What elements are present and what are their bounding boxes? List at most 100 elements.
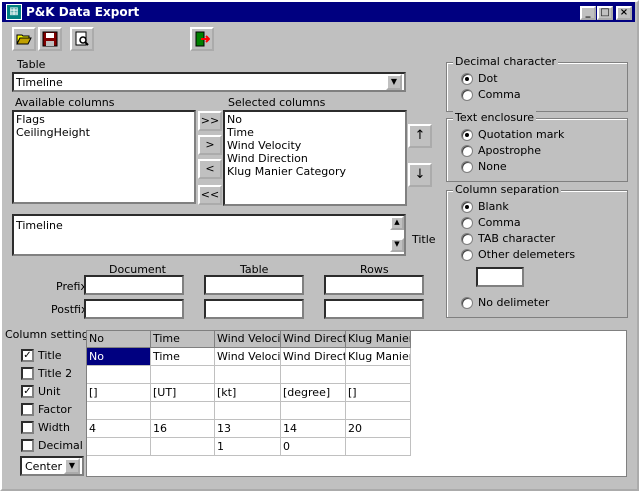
add-button[interactable]: >	[198, 135, 222, 155]
grid-header-cell[interactable]: Wind Velocity	[215, 331, 281, 348]
add-all-button[interactable]: >>	[198, 111, 222, 131]
grid-cell[interactable]	[215, 366, 281, 384]
title-bar[interactable]: ▦ P&K Data Export _ □ ×	[2, 2, 635, 22]
grid-cell[interactable]: Wind Direction	[281, 348, 346, 366]
grid-cell[interactable]	[281, 402, 346, 420]
radio-quotation-label: Quotation mark	[478, 128, 565, 141]
selected-columns-list[interactable]: No Time Wind Velocity Wind Direction Klu…	[223, 110, 407, 206]
document-postfix-input[interactable]	[84, 299, 184, 319]
radio-sep-comma[interactable]	[461, 217, 473, 229]
grid-cell[interactable]: 13	[215, 420, 281, 438]
remove-button[interactable]: <	[198, 159, 222, 179]
exit-button[interactable]	[190, 27, 214, 51]
radio-comma[interactable]	[461, 89, 473, 101]
grid-cell[interactable]: [degree]	[281, 384, 346, 402]
enclosure-group-title: Text enclosure	[453, 111, 537, 124]
grid-cell[interactable]	[151, 402, 215, 420]
checkbox-factor[interactable]	[21, 403, 34, 416]
grid-cell[interactable]	[346, 402, 411, 420]
grid-cell[interactable]	[151, 366, 215, 384]
radio-other-label: Other delemeters	[478, 248, 576, 261]
scroll-down-arrow[interactable]: ▼	[390, 238, 404, 252]
grid-cell[interactable]: [kt]	[215, 384, 281, 402]
grid-cell[interactable]: Wind Velocity	[215, 348, 281, 366]
grid-header-cell[interactable]: Wind Direction	[281, 331, 346, 348]
grid-cell[interactable]: []	[346, 384, 411, 402]
checkbox-decimal-label: Decimal	[38, 439, 83, 452]
title-textarea[interactable]: Timeline ▲ ▼	[12, 214, 406, 256]
table-postfix-input[interactable]	[204, 299, 304, 319]
radio-blank[interactable]	[461, 201, 473, 213]
grid-cell[interactable]	[281, 366, 346, 384]
checkbox-unit[interactable]: ✓	[21, 385, 34, 398]
list-item[interactable]: Wind Direction	[227, 152, 308, 165]
list-item[interactable]: No	[227, 113, 242, 126]
table-select[interactable]: Timeline ▼	[12, 72, 406, 92]
list-item[interactable]: Klug Manier Category	[227, 165, 346, 178]
grid-cell[interactable]	[215, 402, 281, 420]
radio-no-delimiter[interactable]	[461, 297, 473, 309]
list-item[interactable]: Flags	[16, 113, 45, 126]
prefix-label: Prefix	[56, 280, 87, 293]
radio-dot[interactable]	[461, 73, 473, 85]
minimize-button[interactable]: _	[580, 6, 596, 20]
remove-all-button[interactable]: <<	[198, 185, 222, 205]
scroll-up-arrow[interactable]: ▲	[390, 216, 404, 230]
chevron-down-icon[interactable]: ▼	[64, 458, 80, 474]
checkbox-width[interactable]	[21, 421, 34, 434]
grid-header-cell[interactable]: Time	[151, 331, 215, 348]
grid-header-cell[interactable]: Klug Manier Category	[346, 331, 411, 348]
grid-cell[interactable]: []	[87, 384, 151, 402]
checkbox-title[interactable]: ✓	[21, 349, 34, 362]
move-up-button[interactable]: ↑	[408, 124, 432, 148]
close-button[interactable]: ×	[616, 6, 632, 20]
checkbox-decimal[interactable]	[21, 439, 34, 452]
radio-other[interactable]	[461, 249, 473, 261]
open-button[interactable]	[12, 27, 36, 51]
grid-header-cell[interactable]: No	[87, 331, 151, 348]
available-columns-list[interactable]: Flags CeilingHeight	[12, 110, 196, 204]
alignment-select[interactable]: Center ▼	[20, 456, 84, 476]
move-down-button[interactable]: ↓	[408, 163, 432, 187]
grid-cell[interactable]	[87, 438, 151, 456]
grid-cell[interactable]	[151, 438, 215, 456]
preview-button[interactable]	[70, 27, 94, 51]
grid-cell[interactable]	[87, 402, 151, 420]
separation-group-title: Column separation	[453, 183, 562, 196]
grid-cell[interactable]: 0	[281, 438, 346, 456]
grid-cell[interactable]: 20	[346, 420, 411, 438]
radio-quotation[interactable]	[461, 129, 473, 141]
list-item[interactable]: CeilingHeight	[16, 126, 90, 139]
grid-cell[interactable]	[87, 366, 151, 384]
grid-cell[interactable]: 1	[215, 438, 281, 456]
grid-cell[interactable]	[346, 366, 411, 384]
chevron-down-icon[interactable]: ▼	[386, 74, 402, 90]
save-button[interactable]	[38, 27, 62, 51]
rows-prefix-input[interactable]	[324, 275, 424, 295]
other-delimiter-input[interactable]	[476, 267, 524, 287]
grid-cell[interactable]: Time	[151, 348, 215, 366]
maximize-button[interactable]: □	[597, 6, 613, 20]
radio-none[interactable]	[461, 161, 473, 173]
radio-tab[interactable]	[461, 233, 473, 245]
list-item[interactable]: Time	[227, 126, 254, 139]
grid-cell[interactable]: 14	[281, 420, 346, 438]
grid-cell[interactable]: 16	[151, 420, 215, 438]
radio-apostrophe[interactable]	[461, 145, 473, 157]
grid-cell[interactable]: No	[87, 348, 151, 366]
grid-cell[interactable]	[346, 438, 411, 456]
checkbox-title-label: Title	[38, 349, 62, 362]
radio-blank-label: Blank	[478, 200, 509, 213]
grid-cell[interactable]: 4	[87, 420, 151, 438]
rows-postfix-input[interactable]	[324, 299, 424, 319]
list-item[interactable]: Wind Velocity	[227, 139, 301, 152]
radio-comma-label: Comma	[478, 88, 521, 101]
grid-cell[interactable]: [UT]	[151, 384, 215, 402]
table-label: Table	[17, 58, 46, 71]
grid-cell[interactable]: Klug Manier Category	[346, 348, 411, 366]
alignment-value: Center	[25, 460, 63, 473]
column-grid[interactable]: No Time Wind Velocity Wind Direction Klu…	[86, 330, 627, 477]
table-prefix-input[interactable]	[204, 275, 304, 295]
document-prefix-input[interactable]	[84, 275, 184, 295]
checkbox-title2[interactable]	[21, 367, 34, 380]
